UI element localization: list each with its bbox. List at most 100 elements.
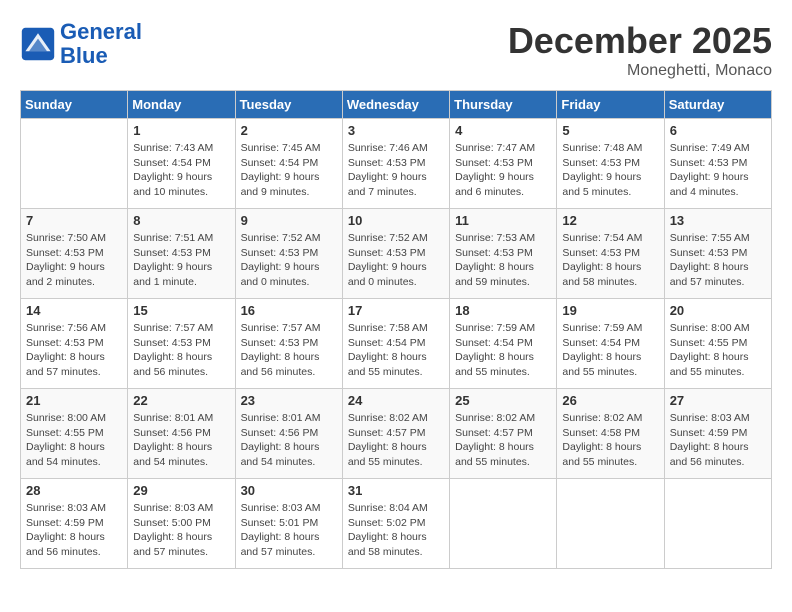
day-number: 5 [562,123,658,138]
calendar-cell: 19 Sunrise: 7:59 AM Sunset: 4:54 PM Dayli… [557,299,664,389]
day-info: Sunrise: 8:02 AM Sunset: 4:57 PM Dayligh… [348,411,444,470]
day-info: Sunrise: 7:52 AM Sunset: 4:53 PM Dayligh… [348,231,444,290]
day-info: Sunrise: 7:54 AM Sunset: 4:53 PM Dayligh… [562,231,658,290]
day-number: 4 [455,123,551,138]
calendar-cell: 4 Sunrise: 7:47 AM Sunset: 4:53 PM Daylig… [450,119,557,209]
day-info: Sunrise: 8:00 AM Sunset: 4:55 PM Dayligh… [26,411,122,470]
day-of-week-header: Monday [128,91,235,119]
day-number: 30 [241,483,337,498]
day-info: Sunrise: 7:58 AM Sunset: 4:54 PM Dayligh… [348,321,444,380]
day-of-week-header: Tuesday [235,91,342,119]
calendar-cell: 18Sunrise: 7:59 AM Sunset: 4:54 PM Dayli… [450,299,557,389]
day-info: Sunrise: 7:50 AM Sunset: 4:53 PM Dayligh… [26,231,122,290]
day-info: Sunrise: 7:53 AM Sunset: 4:53 PM Dayligh… [455,231,551,290]
calendar-cell: 17 Sunrise: 7:58 AM Sunset: 4:54 PM Dayli… [342,299,449,389]
calendar-cell [557,479,664,569]
calendar-cell: 11Sunrise: 7:53 AM Sunset: 4:53 PM Dayli… [450,209,557,299]
month-title: December 2025 [508,20,772,62]
day-number: 23 [241,393,337,408]
day-number: 3 [348,123,444,138]
calendar-cell: 6Sunrise: 7:49 AM Sunset: 4:53 PM Daylig… [664,119,771,209]
calendar-cell: 14Sunrise: 7:56 AM Sunset: 4:53 PM Dayli… [21,299,128,389]
day-info: Sunrise: 7:52 AM Sunset: 4:53 PM Dayligh… [241,231,337,290]
calendar-cell: 20Sunrise: 8:00 AM Sunset: 4:55 PM Dayli… [664,299,771,389]
day-info: Sunrise: 7:55 AM Sunset: 4:53 PM Dayligh… [670,231,766,290]
day-number: 20 [670,303,766,318]
calendar-cell: 31 Sunrise: 8:04 AM Sunset: 5:02 PM Dayli… [342,479,449,569]
day-info: Sunrise: 8:01 AM Sunset: 4:56 PM Dayligh… [241,411,337,470]
calendar-week-row: 28 Sunrise: 8:03 AM Sunset: 4:59 PM Dayli… [21,479,772,569]
calendar-cell: 28 Sunrise: 8:03 AM Sunset: 4:59 PM Dayli… [21,479,128,569]
calendar-cell: 3 Sunrise: 7:46 AM Sunset: 4:53 PM Daylig… [342,119,449,209]
page-header: General Blue December 2025 Moneghetti, M… [20,20,772,80]
calendar-cell: 29 Sunrise: 8:03 AM Sunset: 5:00 PM Dayli… [128,479,235,569]
calendar-cell: 10 Sunrise: 7:52 AM Sunset: 4:53 PM Dayli… [342,209,449,299]
day-of-week-header: Thursday [450,91,557,119]
day-number: 10 [348,213,444,228]
day-number: 27 [670,393,766,408]
day-info: Sunrise: 8:03 AM Sunset: 4:59 PM Dayligh… [670,411,766,470]
days-header-row: SundayMondayTuesdayWednesdayThursdayFrid… [21,91,772,119]
title-block: December 2025 Moneghetti, Monaco [508,20,772,80]
day-info: Sunrise: 7:51 AM Sunset: 4:53 PM Dayligh… [133,231,229,290]
calendar-cell: 23 Sunrise: 8:01 AM Sunset: 4:56 PM Dayli… [235,389,342,479]
calendar-cell: 15Sunrise: 7:57 AM Sunset: 4:53 PM Dayli… [128,299,235,389]
day-number: 22 [133,393,229,408]
day-of-week-header: Wednesday [342,91,449,119]
calendar-cell [664,479,771,569]
day-number: 26 [562,393,658,408]
logo-line2: Blue [60,43,108,68]
calendar-cell [21,119,128,209]
day-number: 17 [348,303,444,318]
day-number: 9 [241,213,337,228]
calendar-cell [450,479,557,569]
calendar-table: SundayMondayTuesdayWednesdayThursdayFrid… [20,90,772,569]
calendar-cell: 27 Sunrise: 8:03 AM Sunset: 4:59 PM Dayli… [664,389,771,479]
calendar-cell: 12 Sunrise: 7:54 AM Sunset: 4:53 PM Dayli… [557,209,664,299]
calendar-cell: 1 Sunrise: 7:43 AM Sunset: 4:54 PM Daylig… [128,119,235,209]
logo-line1: General [60,19,142,44]
day-number: 16 [241,303,337,318]
day-info: Sunrise: 8:04 AM Sunset: 5:02 PM Dayligh… [348,501,444,560]
day-number: 12 [562,213,658,228]
day-info: Sunrise: 7:46 AM Sunset: 4:53 PM Dayligh… [348,141,444,200]
day-number: 13 [670,213,766,228]
day-number: 2 [241,123,337,138]
calendar-cell: 8Sunrise: 7:51 AM Sunset: 4:53 PM Daylig… [128,209,235,299]
day-info: Sunrise: 8:01 AM Sunset: 4:56 PM Dayligh… [133,411,229,470]
day-number: 14 [26,303,122,318]
logo-icon [20,26,56,62]
day-number: 1 [133,123,229,138]
day-number: 31 [348,483,444,498]
day-info: Sunrise: 7:43 AM Sunset: 4:54 PM Dayligh… [133,141,229,200]
day-of-week-header: Friday [557,91,664,119]
calendar-week-row: 21Sunrise: 8:00 AM Sunset: 4:55 PM Dayli… [21,389,772,479]
day-number: 25 [455,393,551,408]
day-number: 18 [455,303,551,318]
location-subtitle: Moneghetti, Monaco [508,62,772,80]
day-number: 29 [133,483,229,498]
calendar-week-row: 14Sunrise: 7:56 AM Sunset: 4:53 PM Dayli… [21,299,772,389]
day-info: Sunrise: 7:45 AM Sunset: 4:54 PM Dayligh… [241,141,337,200]
day-info: Sunrise: 7:47 AM Sunset: 4:53 PM Dayligh… [455,141,551,200]
day-number: 28 [26,483,122,498]
day-info: Sunrise: 8:02 AM Sunset: 4:58 PM Dayligh… [562,411,658,470]
day-info: Sunrise: 8:03 AM Sunset: 4:59 PM Dayligh… [26,501,122,560]
calendar-cell: 5 Sunrise: 7:48 AM Sunset: 4:53 PM Daylig… [557,119,664,209]
day-info: Sunrise: 8:03 AM Sunset: 5:01 PM Dayligh… [241,501,337,560]
calendar-cell: 25Sunrise: 8:02 AM Sunset: 4:57 PM Dayli… [450,389,557,479]
day-number: 7 [26,213,122,228]
calendar-cell: 21Sunrise: 8:00 AM Sunset: 4:55 PM Dayli… [21,389,128,479]
calendar-cell: 30 Sunrise: 8:03 AM Sunset: 5:01 PM Dayli… [235,479,342,569]
day-number: 15 [133,303,229,318]
day-info: Sunrise: 8:03 AM Sunset: 5:00 PM Dayligh… [133,501,229,560]
logo-text: General Blue [60,20,142,68]
day-number: 19 [562,303,658,318]
day-info: Sunrise: 7:48 AM Sunset: 4:53 PM Dayligh… [562,141,658,200]
calendar-cell: 16Sunrise: 7:57 AM Sunset: 4:53 PM Dayli… [235,299,342,389]
calendar-cell: 2 Sunrise: 7:45 AM Sunset: 4:54 PM Daylig… [235,119,342,209]
day-number: 24 [348,393,444,408]
calendar-cell: 7 Sunrise: 7:50 AM Sunset: 4:53 PM Daylig… [21,209,128,299]
day-info: Sunrise: 7:59 AM Sunset: 4:54 PM Dayligh… [562,321,658,380]
logo: General Blue [20,20,142,68]
